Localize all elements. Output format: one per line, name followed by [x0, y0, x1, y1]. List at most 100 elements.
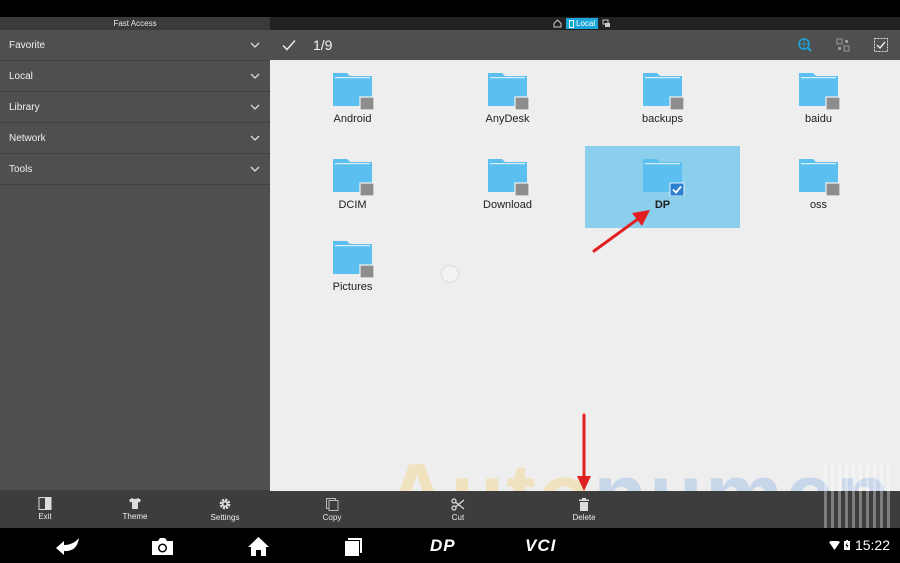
checkbox-unchecked-icon	[824, 96, 841, 110]
file-actions-bar: Copy Cut Delete	[270, 491, 900, 528]
sidebar-item-local[interactable]: Local	[0, 61, 270, 92]
folder-name: baidu	[805, 113, 832, 125]
folder-item[interactable]: DCIM	[275, 146, 430, 228]
folder-item[interactable]: backups	[585, 60, 740, 142]
device-icon[interactable]	[602, 19, 611, 28]
home-icon[interactable]	[553, 19, 562, 28]
folder-icon	[798, 73, 841, 110]
folder-name: oss	[809, 199, 828, 211]
back-button[interactable]	[55, 535, 81, 557]
dp-label: DP	[430, 536, 456, 555]
home-icon	[248, 536, 269, 556]
dp-button[interactable]: DP	[430, 535, 456, 557]
checkbox-checked-icon	[669, 182, 684, 196]
location-header: Local	[270, 17, 900, 30]
sidebar-item-label: Local	[9, 70, 33, 82]
tab-local[interactable]: Local	[566, 18, 599, 29]
wifi-icon	[829, 540, 840, 550]
exit-label: Exit	[38, 512, 52, 521]
clock: 15:22	[854, 537, 890, 553]
chevron-down-icon	[250, 73, 260, 79]
back-arrow-icon	[56, 538, 79, 555]
sidebar-item-label: Library	[9, 101, 40, 113]
sidebar-item-label: Tools	[9, 163, 33, 175]
chevron-down-icon	[250, 42, 260, 48]
folder-name: Android	[333, 113, 372, 125]
sidebar-item-tools[interactable]: Tools	[0, 154, 270, 185]
theme-label: Theme	[122, 512, 148, 521]
screenshot-button[interactable]	[151, 535, 174, 557]
watermark-part2: numen	[593, 445, 891, 491]
delete-label: Delete	[572, 512, 596, 522]
theme-button[interactable]: Theme	[105, 490, 165, 528]
theme-shirt-icon	[129, 498, 141, 509]
checkbox-unchecked-icon	[513, 182, 530, 196]
chevron-down-icon	[250, 135, 260, 141]
screen: Fast Access Favorite Local Library Netwo…	[0, 0, 900, 563]
phone-icon	[569, 19, 574, 28]
system-nav-bar: DP VCI 15:22	[0, 528, 900, 563]
folder-item[interactable]: Android	[275, 60, 430, 142]
folder-item[interactable]: baidu	[741, 60, 896, 142]
delete-button[interactable]: Delete	[554, 491, 614, 528]
trash-icon	[579, 497, 589, 511]
sidebar-item-library[interactable]: Library	[0, 92, 270, 123]
folder-icon	[487, 159, 530, 196]
battery-charging-icon	[844, 540, 850, 550]
selection-count: 1/9	[313, 37, 333, 53]
folder-icon	[798, 159, 841, 196]
select-all-icon[interactable]	[873, 37, 889, 53]
vci-button[interactable]: VCI	[525, 535, 556, 557]
watermark-part1: Auto	[385, 445, 593, 491]
settings-button[interactable]: Settings	[195, 490, 255, 528]
vci-label: VCI	[525, 536, 557, 555]
folder-name: AnyDesk	[485, 113, 530, 125]
folder-item[interactable]: DP	[585, 146, 740, 228]
switch-view-icon[interactable]	[835, 37, 851, 53]
folder-icon	[642, 73, 685, 110]
location-tabs: Local	[553, 18, 611, 29]
cut-button[interactable]: Cut	[428, 491, 488, 528]
home-button[interactable]	[247, 535, 270, 557]
search-globe-icon[interactable]	[797, 37, 813, 53]
fast-access-panel: Fast Access Favorite Local Library Netwo…	[0, 17, 270, 528]
loading-spinner	[442, 266, 458, 282]
checkbox-unchecked-icon	[358, 182, 375, 196]
folder-name: Download	[483, 199, 532, 211]
folder-name: Pictures	[332, 281, 373, 293]
sidebar-item-label: Favorite	[9, 39, 46, 51]
top-status-strip	[0, 0, 900, 17]
sidebar-item-network[interactable]: Network	[0, 123, 270, 154]
folder-item[interactable]: Pictures	[275, 228, 430, 310]
folder-item[interactable]: Download	[430, 146, 585, 228]
folder-icon	[487, 73, 530, 110]
folder-item[interactable]: AnyDesk	[430, 60, 585, 142]
check-icon[interactable]	[281, 37, 297, 53]
copy-button[interactable]: Copy	[302, 491, 362, 528]
folder-icon	[332, 241, 375, 278]
chevron-down-icon	[250, 104, 260, 110]
recent-apps-icon	[345, 537, 362, 556]
exit-button[interactable]: Exit	[15, 490, 75, 528]
folder-name: DCIM	[338, 199, 367, 211]
sidebar-item-label: Network	[9, 132, 46, 144]
copy-icon	[325, 497, 338, 511]
checkbox-unchecked-icon	[668, 96, 685, 110]
gear-icon	[219, 498, 231, 509]
checkbox-unchecked-icon	[513, 96, 530, 110]
cut-label: Cut	[451, 512, 465, 522]
exit-icon	[38, 497, 52, 510]
folder-item[interactable]: oss	[741, 146, 896, 228]
recent-apps-button[interactable]	[344, 535, 364, 557]
folder-icon	[332, 73, 375, 110]
file-grid: Autonumen Android AnyDesk backups baidu DCIM…	[270, 60, 900, 491]
checkbox-unchecked-icon	[824, 182, 841, 196]
status-icons	[829, 540, 850, 550]
checkbox-unchecked-icon	[358, 264, 375, 278]
tab-local-label: Local	[576, 19, 596, 28]
fast-access-title: Fast Access	[0, 17, 270, 30]
copy-label: Copy	[322, 512, 342, 522]
folder-icon	[642, 159, 684, 196]
sidebar-item-favorite[interactable]: Favorite	[0, 30, 270, 61]
scissors-icon	[451, 497, 465, 511]
